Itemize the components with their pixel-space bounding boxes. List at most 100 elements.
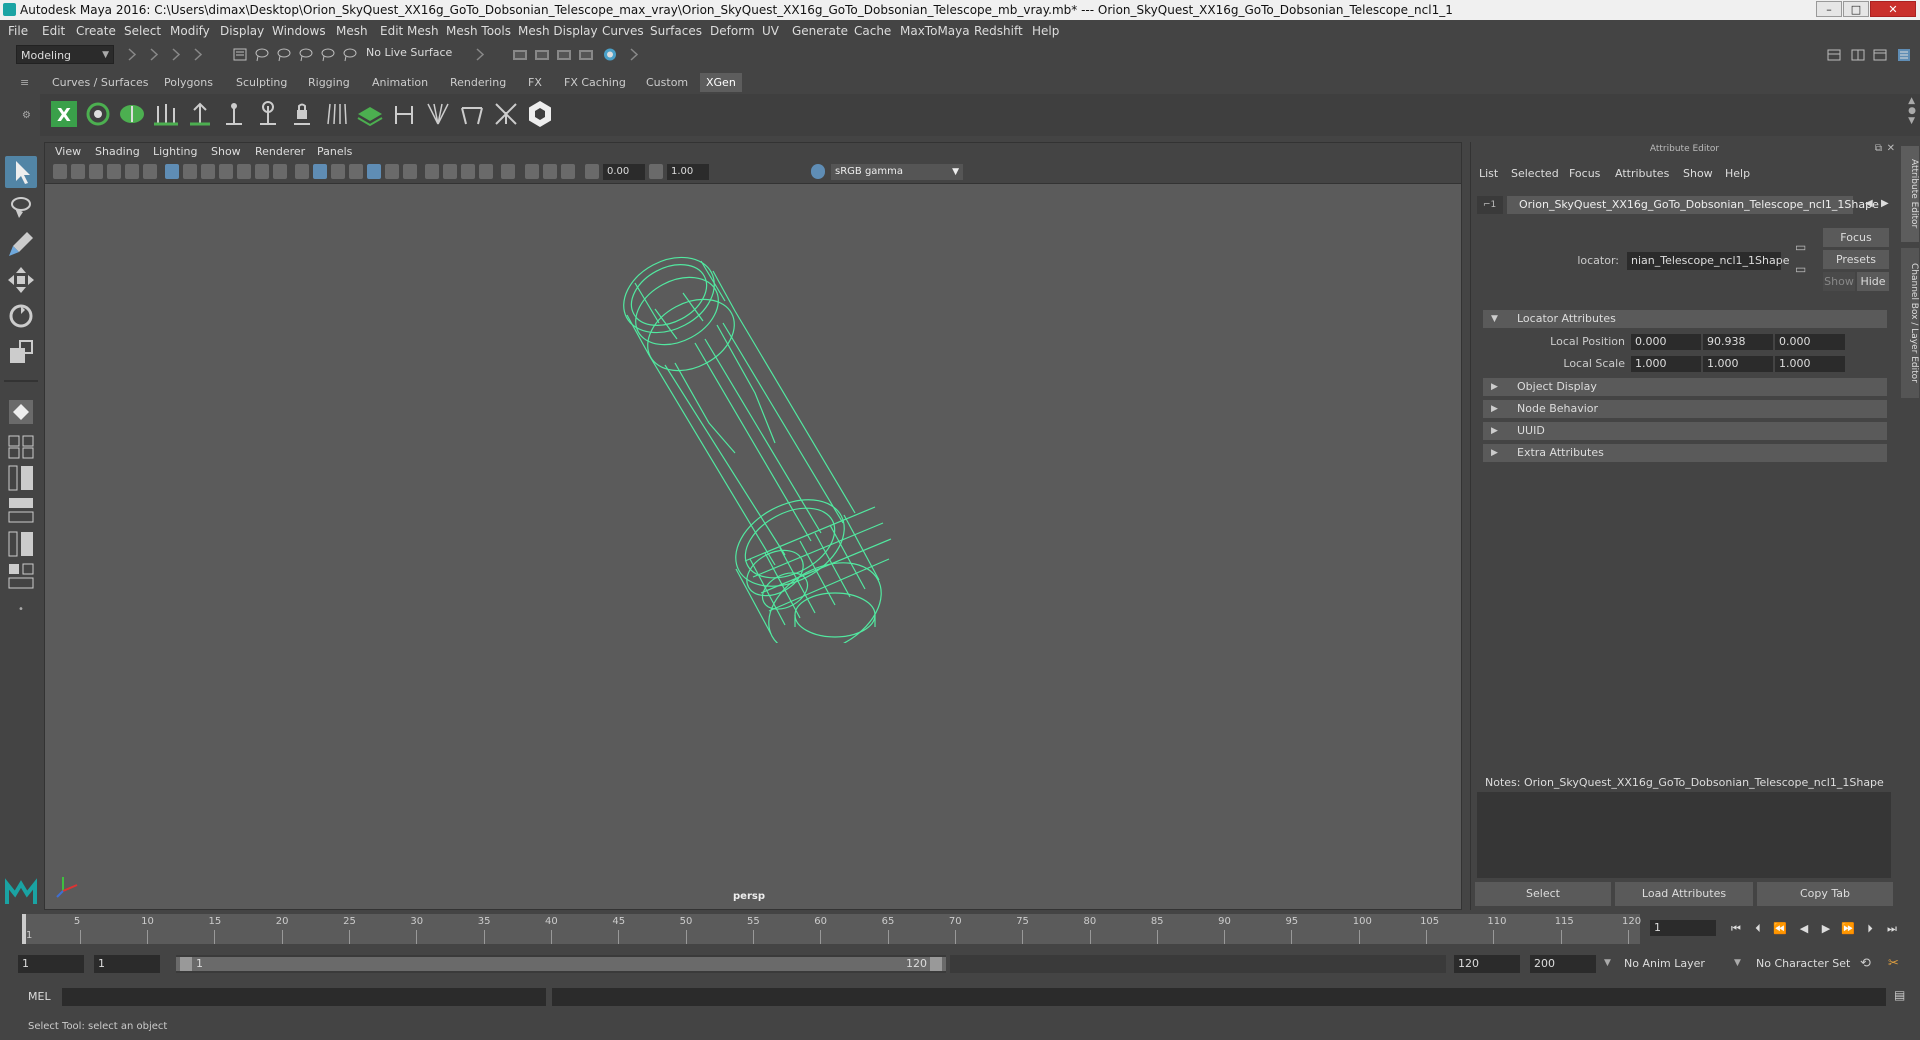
menu-curves[interactable]: Curves xyxy=(602,24,644,38)
view-transform-select[interactable]: sRGB gamma ▼ xyxy=(831,164,963,180)
tab-sculpting[interactable]: Sculpting xyxy=(230,73,293,92)
time-slider[interactable]: 1 5 10 15 20 25 30 35 40 45 50 55 60 65 70 75 80 85 90 95 1… xyxy=(0,912,1920,946)
menu-modify[interactable]: Modify xyxy=(170,24,210,38)
script-language-toggle[interactable]: MEL xyxy=(28,990,51,1003)
use-all-lights-icon[interactable] xyxy=(385,164,399,179)
local-scale-x[interactable]: 1.000 xyxy=(1631,356,1701,372)
xray-joints-icon[interactable] xyxy=(525,164,539,179)
hypershade-icon[interactable] xyxy=(602,46,618,63)
render-view-icon[interactable] xyxy=(578,46,594,63)
vp-menu-panels[interactable]: Panels xyxy=(317,145,352,158)
animation-end-field[interactable]: 200 xyxy=(1530,955,1596,973)
xray-active-icon[interactable] xyxy=(543,164,557,179)
menu-edit-mesh[interactable]: Edit Mesh xyxy=(380,24,439,38)
section-extra-attributes[interactable]: ▶ Extra Attributes xyxy=(1483,444,1887,462)
play-backwards-icon[interactable]: ◀ xyxy=(1796,921,1812,937)
time-ruler[interactable]: 1 5 10 15 20 25 30 35 40 45 50 55 60 65 70 75 80 85 90 95 1… xyxy=(22,914,1641,944)
snap-curve-icon[interactable] xyxy=(298,46,314,63)
menu-mesh[interactable]: Mesh xyxy=(336,24,368,38)
motion-blur-icon[interactable] xyxy=(443,164,457,179)
xgen-sculpt-guide-icon[interactable] xyxy=(218,98,250,130)
tab-fx[interactable]: FX xyxy=(522,73,548,92)
section-locator-attributes[interactable]: ▼ Locator Attributes xyxy=(1483,310,1887,328)
command-input[interactable] xyxy=(62,988,546,1006)
menu-deform[interactable]: Deform xyxy=(710,24,755,38)
snap-grid-icon[interactable] xyxy=(276,46,292,63)
ipr-render-icon[interactable] xyxy=(556,46,572,63)
maximize-button[interactable]: □ xyxy=(1843,1,1869,17)
local-position-x[interactable]: 0.000 xyxy=(1631,334,1701,350)
tab-animation[interactable]: Animation xyxy=(366,73,434,92)
backface-cull-icon[interactable] xyxy=(561,164,575,179)
menu-surfaces[interactable]: Surfaces xyxy=(650,24,702,38)
default-material-icon[interactable] xyxy=(331,164,345,179)
vp-menu-view[interactable]: View xyxy=(55,145,81,158)
range-slider-fill[interactable] xyxy=(176,957,946,971)
tab-polygons[interactable]: Polygons xyxy=(158,73,219,92)
camera-attributes-icon[interactable] xyxy=(71,164,85,179)
grid-toggle-icon[interactable] xyxy=(165,164,179,179)
persp-viewport[interactable]: View Shading Lighting Show Renderer Pane… xyxy=(44,142,1462,910)
rotate-tool-icon[interactable] xyxy=(5,300,37,332)
xgen-description-icon[interactable] xyxy=(116,98,148,130)
tab-attribute-editor[interactable]: Attribute Editor xyxy=(1901,146,1919,242)
menu-file[interactable]: File xyxy=(8,24,28,38)
color-management-icon[interactable] xyxy=(811,164,825,179)
safe-action-icon[interactable] xyxy=(255,164,269,179)
output-connection-icon[interactable]: ▭ xyxy=(1795,262,1806,276)
range-end-handle[interactable] xyxy=(930,957,942,971)
shelf-menu-icon[interactable]: ≡ xyxy=(20,76,29,89)
xgen-editor-icon[interactable]: X xyxy=(48,98,80,130)
select-tool-icon[interactable] xyxy=(5,156,37,188)
exposure-icon[interactable] xyxy=(585,164,599,179)
resolution-gate-icon[interactable] xyxy=(201,164,215,179)
ae-menu-selected[interactable]: Selected xyxy=(1511,167,1559,180)
play-forwards-icon[interactable]: ▶ xyxy=(1818,921,1834,937)
step-back-key-icon[interactable]: ⏪ xyxy=(1772,921,1788,937)
shadows-icon[interactable] xyxy=(403,164,417,179)
xgen-lock-guide-icon[interactable] xyxy=(286,98,318,130)
menu-create[interactable]: Create xyxy=(76,24,116,38)
camera-select-icon[interactable] xyxy=(53,164,67,179)
vp-menu-shading[interactable]: Shading xyxy=(95,145,140,158)
xray-icon[interactable] xyxy=(367,164,381,179)
menu-mesh-display[interactable]: Mesh Display xyxy=(518,24,598,38)
render-frame-icon[interactable] xyxy=(534,46,550,63)
xgen-add-guide-icon[interactable] xyxy=(184,98,216,130)
animation-start-field[interactable]: 1 xyxy=(18,955,84,973)
film-gate-icon[interactable] xyxy=(183,164,197,179)
anim-layer-select[interactable]: No Anim Layer xyxy=(1624,955,1705,973)
layout-four-view-icon[interactable] xyxy=(5,434,37,460)
ae-menu-attributes[interactable]: Attributes xyxy=(1615,167,1669,180)
scale-tool-icon[interactable] xyxy=(5,336,37,368)
character-set-dropdown-icon[interactable]: ▼ xyxy=(1734,958,1741,968)
step-forward-key-icon[interactable]: ⏩ xyxy=(1840,921,1856,937)
menu-select[interactable]: Select xyxy=(124,24,161,38)
menu-redshift[interactable]: Redshift xyxy=(974,24,1023,38)
anti-aliasing-icon[interactable] xyxy=(461,164,475,179)
xgen-bend-guide-icon[interactable] xyxy=(388,98,420,130)
range-slider-track[interactable] xyxy=(950,955,1446,973)
menu-windows[interactable]: Windows xyxy=(272,24,326,38)
local-position-y[interactable]: 90.938 xyxy=(1703,334,1773,350)
channel-box-toggle-icon[interactable] xyxy=(1896,46,1912,63)
select-hierarchy-icon[interactable] xyxy=(232,46,248,63)
tab-fx-caching[interactable]: FX Caching xyxy=(558,73,632,92)
tab-xgen[interactable]: XGen xyxy=(700,73,742,92)
expand-arrow-icon[interactable] xyxy=(472,46,488,63)
close-button[interactable]: ✕ xyxy=(1870,1,1916,17)
node-history-icon[interactable]: ⌐1 xyxy=(1477,196,1503,214)
lasso-tool-icon[interactable] xyxy=(5,192,37,224)
layout-graph-icon[interactable] xyxy=(5,496,37,524)
workspace-icon[interactable] xyxy=(1826,46,1842,63)
layout-split-icon[interactable] xyxy=(5,562,37,590)
layout-vertical-icon[interactable] xyxy=(5,530,37,558)
minimize-button[interactable]: – xyxy=(1816,1,1842,17)
2d-pan-icon[interactable] xyxy=(143,164,157,179)
wireframe-icon[interactable] xyxy=(295,164,309,179)
vp-menu-show[interactable]: Show xyxy=(211,145,241,158)
tab-curves-surfaces[interactable]: Curves / Surfaces xyxy=(46,73,155,92)
xgen-flip-guide-icon[interactable] xyxy=(252,98,284,130)
menu-help[interactable]: Help xyxy=(1032,24,1059,38)
section-uuid[interactable]: ▶ UUID xyxy=(1483,422,1887,440)
